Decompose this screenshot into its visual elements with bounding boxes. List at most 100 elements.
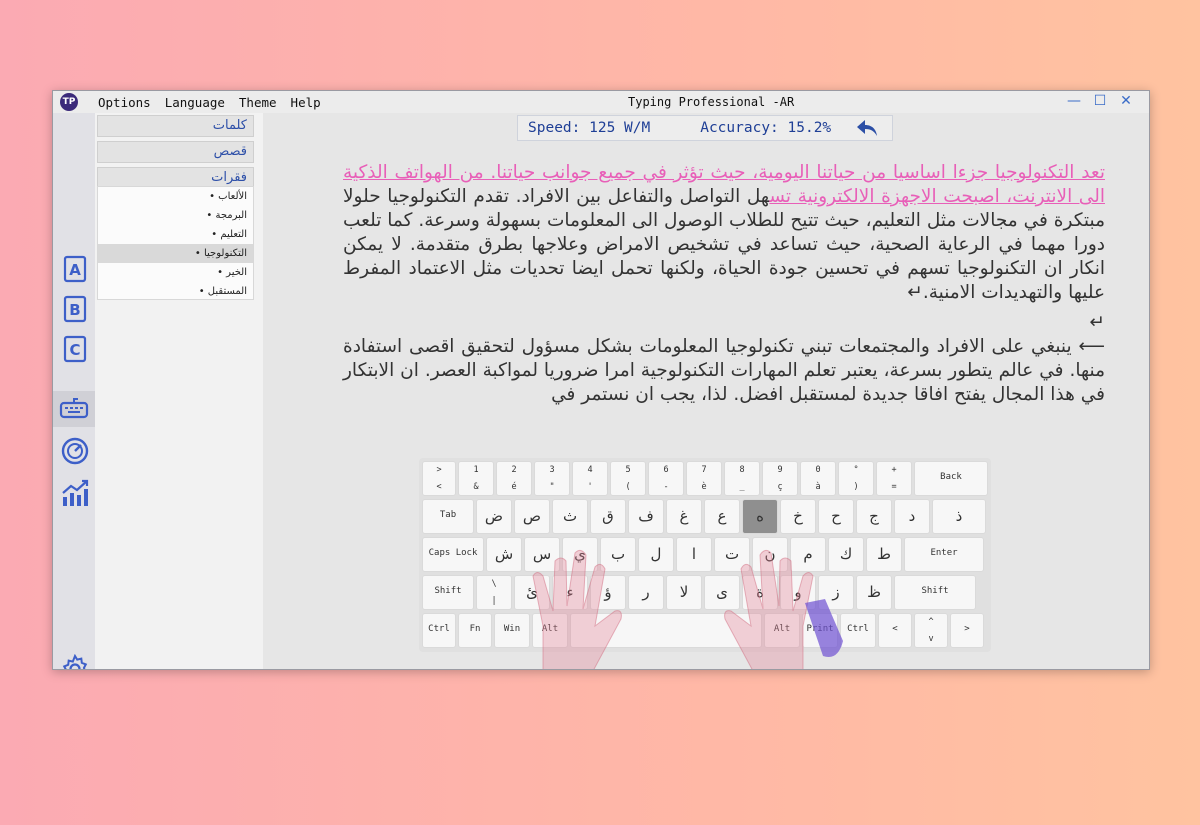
- keyboard-key[interactable]: ى: [704, 575, 740, 610]
- window-controls: — ☐ ✕: [1061, 93, 1139, 109]
- keyboard-key[interactable]: Ctrl: [422, 613, 456, 648]
- keyboard-key[interactable]: و: [780, 575, 816, 610]
- svg-text:C: C: [69, 341, 80, 359]
- keyboard-key[interactable]: ز: [818, 575, 854, 610]
- keyboard-key[interactable]: ة: [742, 575, 778, 610]
- keyboard-key[interactable]: ^ v: [914, 613, 948, 648]
- pilcrow: ↵: [1089, 312, 1105, 333]
- undo-icon[interactable]: [855, 118, 879, 138]
- keyboard-key[interactable]: ل: [638, 537, 674, 572]
- keyboard-key[interactable]: Caps Lock: [422, 537, 484, 572]
- keyboard-key[interactable]: °): [838, 461, 874, 496]
- list-item-technology[interactable]: • التكنولوجيا: [98, 244, 253, 263]
- key-label: Shift: [434, 586, 462, 596]
- keyboard-key[interactable]: Back: [914, 461, 988, 496]
- keyboard-key[interactable]: ن: [752, 537, 788, 572]
- keyboard-key[interactable]: > <: [422, 461, 456, 496]
- keyboard-key[interactable]: 2é: [496, 461, 532, 496]
- keyboard-key[interactable]: ظ: [856, 575, 892, 610]
- list-item-education[interactable]: • التعليم: [98, 225, 253, 244]
- keyboard-key[interactable]: ك: [828, 537, 864, 572]
- key-label: ض: [484, 507, 504, 525]
- keyboard-key[interactable]: \ |: [476, 575, 512, 610]
- keyboard-key[interactable]: Shift: [894, 575, 976, 610]
- keyboard-key[interactable]: Alt: [764, 613, 800, 648]
- keyboard-key[interactable]: 4 ': [572, 461, 608, 496]
- menu-help[interactable]: Help: [291, 95, 321, 110]
- keyboard-key[interactable]: ئ: [514, 575, 550, 610]
- keyboard-key[interactable]: Tab: [422, 499, 474, 534]
- keyboard-key[interactable]: [570, 613, 762, 648]
- keyboard-key[interactable]: Ctrl: [840, 613, 876, 648]
- keyboard-key[interactable]: 8 _: [724, 461, 760, 496]
- keyboard-key[interactable]: Shift: [422, 575, 474, 610]
- keyboard-key[interactable]: + =: [876, 461, 912, 496]
- keyboard-key[interactable]: ؤ: [590, 575, 626, 610]
- keyboard-key[interactable]: Enter: [904, 537, 984, 572]
- keyboard-key[interactable]: ر: [628, 575, 664, 610]
- list-item-games[interactable]: • الألعاب: [98, 187, 253, 206]
- key-label: Alt: [541, 624, 559, 634]
- keyboard-key[interactable]: م: [790, 537, 826, 572]
- keyboard-key[interactable]: ص: [514, 499, 550, 534]
- settings-icon[interactable]: [58, 651, 92, 669]
- menu-language[interactable]: Language: [165, 95, 225, 110]
- keyboard-key[interactable]: ا: [676, 537, 712, 572]
- keyboard-key[interactable]: >: [950, 613, 984, 648]
- keyboard-key[interactable]: خ: [780, 499, 816, 534]
- keyboard-key[interactable]: ث: [552, 499, 588, 534]
- keyboard-key[interactable]: ض: [476, 499, 512, 534]
- keyboard-key[interactable]: د: [894, 499, 930, 534]
- key-label: ل: [650, 545, 662, 563]
- keyboard-key[interactable]: ف: [628, 499, 664, 534]
- key-highlighted[interactable]: ه: [742, 499, 778, 534]
- keyboard-key[interactable]: ت: [714, 537, 750, 572]
- speedometer-icon[interactable]: [58, 433, 92, 469]
- category-stories[interactable]: قصص: [97, 141, 254, 163]
- keyboard-key[interactable]: 6-: [648, 461, 684, 496]
- keyboard-key[interactable]: Alt: [532, 613, 568, 648]
- keyboard-key[interactable]: ق: [590, 499, 626, 534]
- list-item-programming[interactable]: • البرمجة: [98, 206, 253, 225]
- menu-theme[interactable]: Theme: [239, 95, 277, 110]
- keyboard-key[interactable]: ء: [552, 575, 588, 610]
- keyboard-key[interactable]: ط: [866, 537, 902, 572]
- list-item-future[interactable]: • المستقبل: [98, 282, 253, 301]
- maximize-button[interactable]: ☐: [1087, 93, 1113, 109]
- menu-options[interactable]: Options: [98, 95, 151, 110]
- typing-text[interactable]: تعد التكنولوجيا جزءا اساسيا من حياتنا ال…: [343, 161, 1105, 441]
- keyboard-key[interactable]: 1 &: [458, 461, 494, 496]
- close-button[interactable]: ✕: [1113, 93, 1139, 109]
- keyboard-key[interactable]: ذ: [932, 499, 986, 534]
- keyboard-key[interactable]: 7è: [686, 461, 722, 496]
- keyboard-key[interactable]: لا: [666, 575, 702, 610]
- keyboard-key[interactable]: 9ç: [762, 461, 798, 496]
- keyboard-key[interactable]: س: [524, 537, 560, 572]
- key-label: ظ: [867, 583, 881, 601]
- list-item-goodness[interactable]: • الخير: [98, 263, 253, 282]
- keyboard-key[interactable]: 0à: [800, 461, 836, 496]
- keyboard-icon[interactable]: [53, 391, 95, 427]
- keyboard-key[interactable]: ح: [818, 499, 854, 534]
- key-label: لا: [679, 583, 689, 601]
- keyboard-key[interactable]: ع: [704, 499, 740, 534]
- lesson-c-icon[interactable]: C: [58, 331, 92, 367]
- chart-icon[interactable]: [58, 475, 92, 511]
- keyboard-key[interactable]: Win: [494, 613, 530, 648]
- keyboard-key[interactable]: 5(: [610, 461, 646, 496]
- minimize-button[interactable]: —: [1061, 93, 1087, 109]
- lesson-a-icon[interactable]: A: [58, 251, 92, 287]
- keyboard-key[interactable]: ش: [486, 537, 522, 572]
- keyboard-key[interactable]: ب: [600, 537, 636, 572]
- category-words[interactable]: كلمات: [97, 115, 254, 137]
- lesson-b-icon[interactable]: B: [58, 291, 92, 327]
- key-label: خ: [793, 507, 803, 525]
- keyboard-key[interactable]: Fn: [458, 613, 492, 648]
- key-label: ر: [642, 583, 650, 601]
- keyboard-key[interactable]: 3 ": [534, 461, 570, 496]
- keyboard-key[interactable]: غ: [666, 499, 702, 534]
- keyboard-key[interactable]: ي: [562, 537, 598, 572]
- keyboard-key[interactable]: ج: [856, 499, 892, 534]
- keyboard-key[interactable]: <: [878, 613, 912, 648]
- keyboard-key[interactable]: Print: [802, 613, 838, 648]
